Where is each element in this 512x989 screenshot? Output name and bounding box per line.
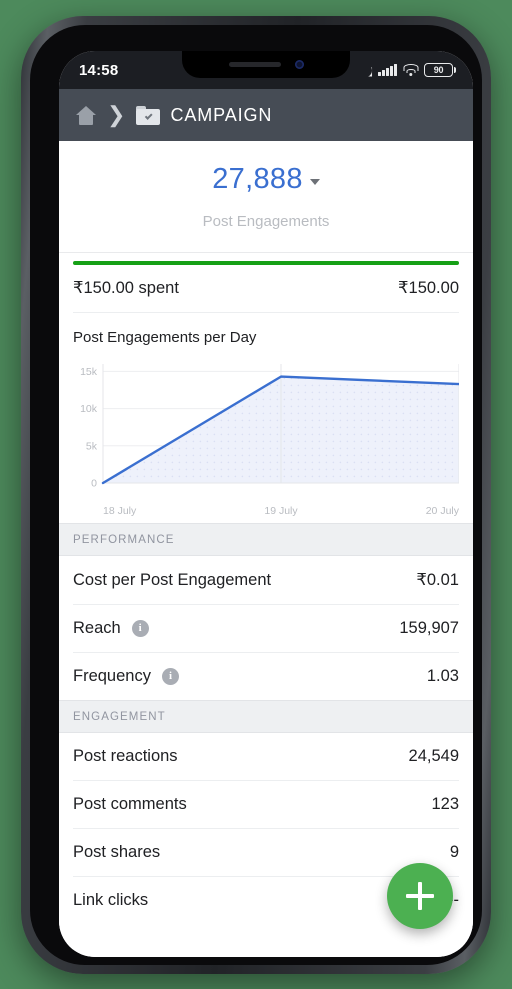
metric-value: 159,907 (399, 619, 459, 637)
svg-text:10k: 10k (80, 403, 98, 415)
metric-value: ₹0.01 (416, 571, 459, 589)
metric-label-group: Cost per Post Engagement (73, 571, 271, 590)
performance-row[interactable]: Cost per Post Engagement ₹0.01 (59, 556, 473, 604)
front-camera (294, 60, 304, 69)
engagement-row[interactable]: Post comments 123 (59, 781, 473, 828)
engagement-row[interactable]: Post reactions 24,549 (59, 733, 473, 780)
svg-text:0: 0 (91, 478, 97, 490)
chevron-down-icon[interactable] (309, 178, 320, 185)
performance-row[interactable]: Reach i 159,907 (59, 605, 473, 652)
status-bar-clock: 14:58 (79, 61, 119, 79)
section-header-performance: PERFORMANCE (59, 523, 473, 556)
wifi-icon (403, 64, 418, 76)
status-bar-icons: 90 (359, 63, 456, 77)
info-icon[interactable]: i (131, 620, 149, 637)
budget-row: ₹150.00 spent ₹150.00 (59, 265, 473, 312)
metric-label: Post shares (73, 843, 161, 861)
chart-plot-area[interactable]: 0 5k 10k 15k (73, 356, 459, 501)
chart-card: Post Engagements per Day 0 5k 10k 15k 18 Ju… (59, 313, 473, 523)
page-title: CAMPAIGN (170, 104, 273, 125)
earpiece-speaker (228, 62, 281, 67)
metric-label-group: Post comments (73, 795, 187, 814)
headline-label: Post Engagements (202, 213, 330, 230)
crescent-moon-icon (359, 64, 372, 77)
metric-label: Cost per Post Engagement (73, 570, 272, 589)
budget-progress-wrap (59, 253, 473, 265)
metric-label: Reach (73, 619, 121, 637)
folder-check-icon (136, 105, 161, 125)
breadcrumb-separator-icon: ❯ (107, 102, 126, 127)
performance-list: Cost per Post Engagement ₹0.01 Reach i 159,9… (59, 556, 473, 700)
metric-label-group: Reach i (73, 619, 149, 638)
cellular-signal-icon (378, 64, 397, 76)
section-header-engagement: ENGAGEMENT (59, 700, 473, 733)
app-bar: ❯ CAMPAIGN (59, 89, 473, 141)
metric-label-group: Post reactions (73, 747, 178, 766)
home-icon[interactable] (75, 105, 96, 125)
metric-label-group: Frequency i (73, 667, 179, 686)
metric-label-group: Link clicks (73, 891, 148, 910)
x-tick-label: 19 July (264, 505, 298, 517)
svg-text:15k: 15k (80, 366, 98, 378)
x-tick-label: 20 July (425, 505, 459, 517)
metric-value: 123 (431, 795, 459, 813)
metric-selector[interactable]: 27,888 (212, 163, 320, 196)
metric-label: Post comments (73, 795, 187, 813)
budget-total-label: ₹150.00 (398, 279, 459, 297)
metric-label-group: Post shares (73, 843, 160, 862)
phone-screen: 14:58 90 ❯ CAMPAIGN 27,888 Post Engageme… (59, 51, 473, 957)
chart-title: Post Engagements per Day (73, 329, 257, 346)
screenshot-stage: 14:58 90 ❯ CAMPAIGN 27,888 Post Engageme… (0, 0, 512, 989)
phone-bezel: 14:58 90 ❯ CAMPAIGN 27,888 Post Engageme… (30, 25, 482, 965)
status-bar: 14:58 90 (59, 51, 473, 89)
performance-row[interactable]: Frequency i 1.03 (59, 653, 473, 700)
budget-spent-label: ₹150.00 spent (73, 279, 179, 297)
metric-value: 1.03 (426, 667, 459, 685)
metric-label: Frequency (73, 667, 151, 685)
svg-text:5k: 5k (86, 440, 98, 452)
metric-label: Link clicks (73, 891, 149, 909)
battery-level-label: 90 (433, 65, 444, 75)
info-icon[interactable]: i (161, 668, 179, 685)
chart-x-axis-labels: 18 July 19 July 20 July (73, 501, 459, 517)
headline-value: 27,888 (212, 163, 303, 195)
display-notch (182, 51, 350, 78)
metric-value: 24,549 (408, 747, 459, 765)
scroll-content[interactable]: 27,888 Post Engagements ₹150.00 spent ₹1… (59, 141, 473, 957)
battery-indicator: 90 (424, 63, 456, 77)
x-tick-label: 18 July (103, 505, 137, 517)
metric-value: 9 (449, 843, 459, 861)
metric-label: Post reactions (73, 747, 178, 765)
headline-section: 27,888 Post Engagements (59, 141, 473, 230)
add-button-fab[interactable] (387, 863, 453, 929)
phone-frame: 14:58 90 ❯ CAMPAIGN 27,888 Post Engageme… (21, 16, 491, 974)
